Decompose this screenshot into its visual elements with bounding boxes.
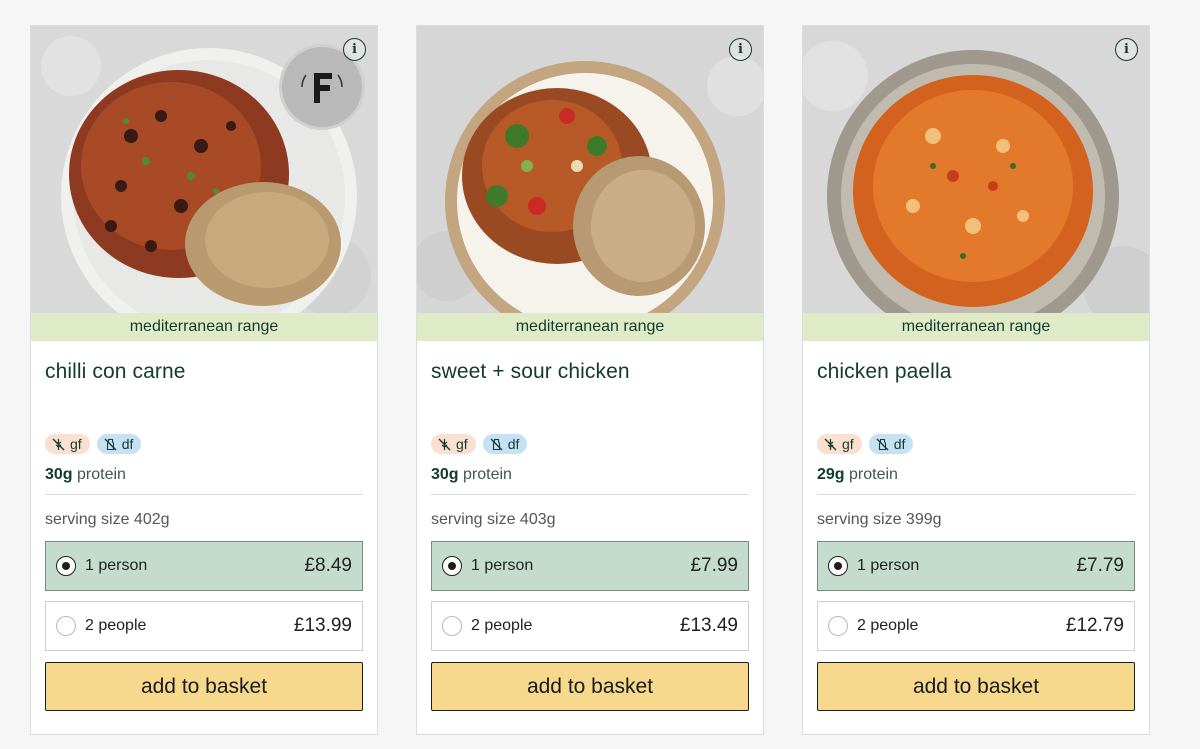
option-label: 2 people — [85, 617, 147, 634]
tag-label: gf — [842, 436, 854, 452]
protein-info: 30g protein — [431, 466, 512, 484]
gluten-free-icon — [824, 438, 837, 450]
range-label: mediterranean range — [31, 313, 377, 341]
dairy-free-icon — [876, 438, 889, 450]
divider — [45, 494, 363, 495]
gluten-free-icon — [438, 438, 451, 450]
option-price: £13.49 — [679, 615, 738, 636]
tag-label: gf — [70, 436, 82, 452]
tag-gluten-free: gf — [817, 434, 862, 454]
option-label: 1 person — [85, 557, 148, 574]
product-title[interactable]: chicken paella — [817, 360, 952, 384]
gluten-free-icon — [52, 438, 65, 450]
divider — [817, 494, 1135, 495]
option-price: £7.99 — [690, 555, 738, 576]
option-2-people[interactable]: 2 people £13.99 — [45, 601, 363, 651]
product-grid: i mediterranean range chilli con carne g… — [0, 0, 1200, 749]
product-photo[interactable]: i — [31, 26, 377, 313]
product-title[interactable]: chilli con carne — [45, 360, 186, 384]
option-price: £7.79 — [1076, 555, 1124, 576]
protein-value: 30g — [431, 466, 459, 483]
product-card: i mediterranean range chilli con carne g… — [30, 25, 378, 735]
product-title[interactable]: sweet + sour chicken — [431, 360, 630, 384]
radio-button-checked[interactable] — [56, 556, 76, 576]
add-to-basket-button[interactable]: add to basket — [431, 662, 749, 711]
tag-dairy-free: df — [96, 434, 142, 454]
info-icon[interactable]: i — [343, 38, 366, 61]
divider — [431, 494, 749, 495]
dairy-free-icon — [104, 438, 117, 450]
chicken-paella-image — [803, 26, 1149, 313]
info-icon[interactable]: i — [729, 38, 752, 61]
serving-size: serving size 399g — [817, 511, 942, 528]
protein-value: 29g — [817, 466, 845, 483]
serving-size: serving size 403g — [431, 511, 556, 528]
tag-dairy-free: df — [482, 434, 528, 454]
sweet-sour-chicken-image — [417, 26, 763, 313]
product-card: i mediterranean range sweet + sour chick… — [416, 25, 764, 735]
dietary-tags: gf df — [45, 434, 142, 454]
protein-label: protein — [77, 466, 126, 483]
option-1-person[interactable]: 1 person £7.79 — [817, 541, 1135, 591]
tag-label: df — [121, 436, 134, 452]
dietary-tags: gf df — [817, 434, 914, 454]
option-price: £8.49 — [304, 555, 352, 576]
protein-label: protein — [849, 466, 898, 483]
add-to-basket-button[interactable]: add to basket — [45, 662, 363, 711]
tag-label: df — [893, 436, 906, 452]
dairy-free-icon — [490, 438, 503, 450]
option-label: 1 person — [471, 557, 534, 574]
tag-label: gf — [456, 436, 468, 452]
info-icon[interactable]: i — [1115, 38, 1138, 61]
serving-size: serving size 402g — [45, 511, 170, 528]
option-price: £13.99 — [293, 615, 352, 636]
protein-label: protein — [463, 466, 512, 483]
protein-info: 30g protein — [45, 466, 126, 484]
range-label: mediterranean range — [417, 313, 763, 341]
protein-value: 30g — [45, 466, 73, 483]
dietary-tags: gf df — [431, 434, 528, 454]
tag-gluten-free: gf — [45, 434, 90, 454]
option-2-people[interactable]: 2 people £13.49 — [431, 601, 749, 651]
option-price: £12.79 — [1065, 615, 1124, 636]
radio-button[interactable] — [56, 616, 76, 636]
option-label: 1 person — [857, 557, 920, 574]
option-2-people[interactable]: 2 people £12.79 — [817, 601, 1135, 651]
product-photo[interactable]: i — [803, 26, 1149, 313]
product-card: i mediterranean range chicken paella gf … — [802, 25, 1150, 735]
protein-info: 29g protein — [817, 466, 898, 484]
tag-label: df — [507, 436, 520, 452]
option-label: 2 people — [471, 617, 533, 634]
range-label: mediterranean range — [803, 313, 1149, 341]
radio-button[interactable] — [828, 616, 848, 636]
option-1-person[interactable]: 1 person £7.99 — [431, 541, 749, 591]
tag-gluten-free: gf — [431, 434, 476, 454]
option-label: 2 people — [857, 617, 919, 634]
radio-button[interactable] — [442, 616, 462, 636]
option-1-person[interactable]: 1 person £8.49 — [45, 541, 363, 591]
product-photo[interactable]: i — [417, 26, 763, 313]
radio-button-checked[interactable] — [442, 556, 462, 576]
add-to-basket-button[interactable]: add to basket — [817, 662, 1135, 711]
radio-button-checked[interactable] — [828, 556, 848, 576]
tag-dairy-free: df — [868, 434, 914, 454]
